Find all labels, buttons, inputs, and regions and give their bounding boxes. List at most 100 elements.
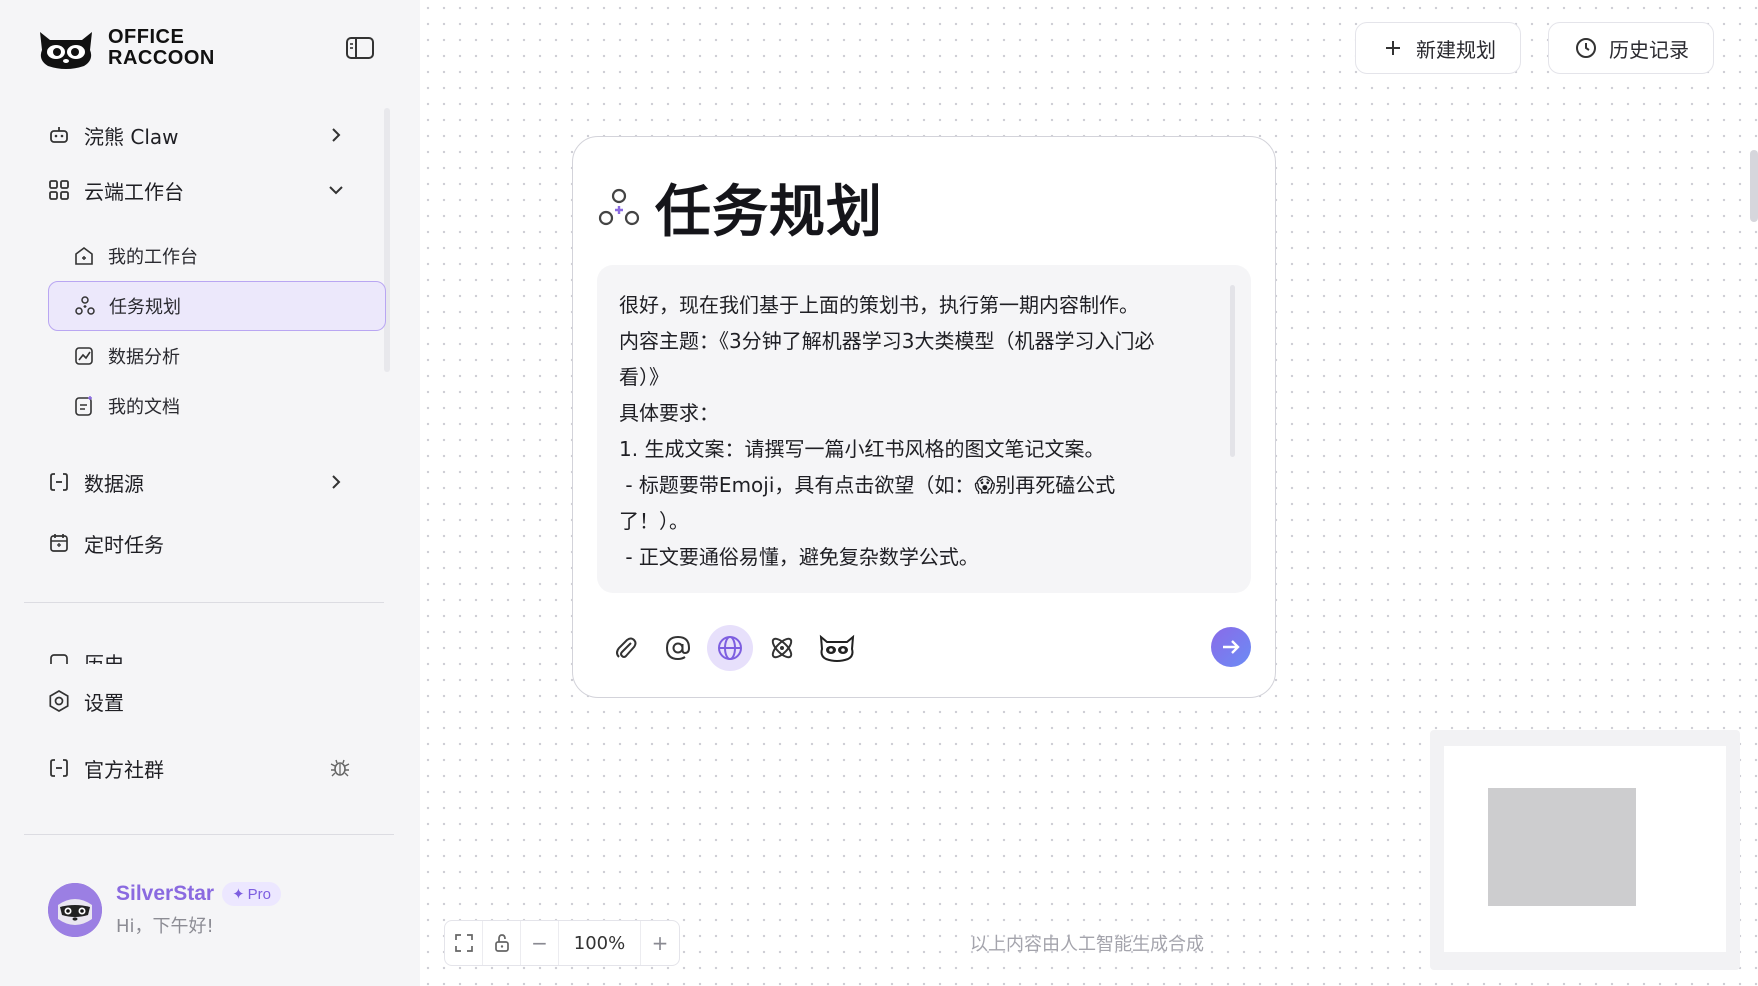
sidebar-item-scheduled-tasks[interactable]: 定时任务 [46,521,360,565]
web-search-toggle[interactable] [707,625,753,671]
sidebar-subitem-task-plan[interactable]: 任务规划 [48,281,386,331]
zoom-in-button[interactable]: + [641,921,679,965]
community-icon [46,755,72,781]
raccoon-agent-button[interactable] [811,625,863,671]
logo-line-1: OFFICE [108,26,185,48]
minimap-canvas [1444,746,1726,952]
canvas-scrollbar[interactable] [1750,150,1758,222]
sidebar-subitem-label: 我的文档 [108,397,180,418]
pro-badge-label: Pro [247,885,271,903]
minimap-viewport[interactable] [1488,788,1636,906]
sidebar-subitem-my-workspace[interactable]: 我的工作台 [48,231,386,281]
user-name: SilverStar [116,882,215,905]
sidebar-subitem-label: 我的工作台 [108,247,198,268]
sidebar-item-datasource[interactable]: 数据源 [46,460,360,504]
attach-icon [616,637,637,658]
prompt-line: 内容主题：《3分钟了解机器学习3大类模型（机器学习入门必 [619,329,1155,353]
zoom-level: 100% [559,921,641,965]
sidebar-subitem-label: 任务规划 [109,297,181,318]
fit-view-button[interactable] [445,921,483,965]
raccoon-icon [819,634,855,662]
sidebar-toggle-button[interactable] [344,34,376,62]
new-plan-label: 新建规划 [1416,37,1496,62]
sidebar-item-label: 定时任务 [84,532,164,557]
card-title: 任务规划 [597,167,883,248]
plus-icon [1382,37,1404,59]
sidebar: OFFICE RACCOON 浣熊 Claw 云端工作台 我的工作台 任务规划 … [0,0,420,986]
globe-icon [718,636,742,660]
sidebar-item-settings[interactable]: 设置 [46,679,360,723]
lock-icon [494,934,509,952]
logo[interactable]: OFFICE RACCOON [34,22,215,74]
prompt-scrollbar[interactable] [1230,285,1235,457]
chevron-right-icon [324,470,348,494]
new-plan-button[interactable]: 新建规划 [1355,22,1521,74]
raccoon-logo-icon [40,32,92,69]
zoom-controls: − 100% + [444,920,680,966]
task-plan-icon [73,294,97,318]
pro-badge: ✦ Pro [222,882,281,906]
sidebar-item-history[interactable]: 历史 [46,644,360,664]
grid-icon [46,177,72,203]
attach-button[interactable] [603,625,649,671]
task-plan-card: 任务规划 很好，现在我们基于上面的策划书，执行第一期内容制作。 内容主题：《3分… [572,136,1276,698]
bug-icon[interactable] [328,756,352,780]
avatar[interactable] [48,883,102,937]
logo-text: OFFICE RACCOON [108,27,215,69]
sparkle-icon: ✦ [232,886,245,903]
mention-button[interactable] [655,625,701,671]
history-icon [46,650,72,664]
send-button[interactable] [1211,627,1251,667]
user-profile[interactable]: SilverStar ✦ Pro Hi，下午好! [48,882,281,938]
sidebar-item-label: 设置 [84,690,124,715]
sidebar-subitem-label: 数据分析 [108,347,180,368]
minimap[interactable] [1430,730,1740,970]
raccoon-avatar-icon [48,883,102,937]
prompt-input[interactable]: 很好，现在我们基于上面的策划书，执行第一期内容制作。 内容主题：《3分钟了解机器… [597,265,1251,593]
sidebar-divider [24,834,394,835]
ai-disclaimer: 以上内容由人工智能生成合成 [970,934,1204,955]
sidebar-item-label: 官方社群 [84,757,164,782]
history-records-button[interactable]: 历史记录 [1548,22,1714,74]
chevron-down-icon [324,178,348,202]
lock-button[interactable] [483,921,521,965]
sidebar-subitem-my-documents[interactable]: 我的文档 [48,381,386,431]
prompt-line: - 标题要带Emoji，具有点击欲望（如：😱别再死磕公式 [619,473,1116,497]
task-plan-icon [598,188,640,225]
zoom-out-button[interactable]: − [521,921,559,965]
user-greeting: Hi，下午好! [116,916,214,937]
sidebar-divider [24,602,384,603]
sidebar-subitem-data-analysis[interactable]: 数据分析 [48,331,386,381]
mention-icon [665,635,691,661]
chevron-right-icon [324,123,348,147]
input-toolbar [603,625,869,671]
minus-icon: − [531,931,548,955]
clock-icon [1575,37,1597,59]
prompt-line: 1. 生成文案：请撰写一篇小红书风格的图文笔记文案。 [619,437,1105,461]
send-arrow-icon [1223,640,1240,654]
sidebar-item-cloud-workspace[interactable]: 云端工作台 [46,168,360,212]
history-records-label: 历史记录 [1609,37,1689,62]
prompt-line: 了！）。 [619,509,689,533]
plus-icon: + [651,931,669,955]
sidebar-item-label: 浣熊 Claw [84,124,179,149]
fit-view-icon [454,934,473,952]
prompt-line: 具体要求： [619,401,719,425]
prompt-line: - 正文要通俗易懂，避免复杂数学公式。 [619,545,979,569]
sidebar-toggle-icon [346,37,374,59]
document-icon [72,394,96,418]
logo-line-2: RACCOON [108,47,215,69]
atom-icon [771,637,793,659]
calendar-icon [46,530,72,556]
robot-icon [46,122,72,148]
sidebar-item-community[interactable]: 官方社群 [46,746,360,790]
sidebar-item-claw[interactable]: 浣熊 Claw [46,113,360,157]
prompt-line: 看）》 [619,365,669,389]
home-icon [72,244,96,268]
sidebar-item-label: 数据源 [84,471,144,496]
sidebar-item-label: 历史 [84,652,124,664]
deep-think-button[interactable] [759,625,805,671]
chart-icon [72,344,96,368]
prompt-line: 很好，现在我们基于上面的策划书，执行第一期内容制作。 [619,293,1139,317]
page-title: 任务规划 [655,180,883,243]
